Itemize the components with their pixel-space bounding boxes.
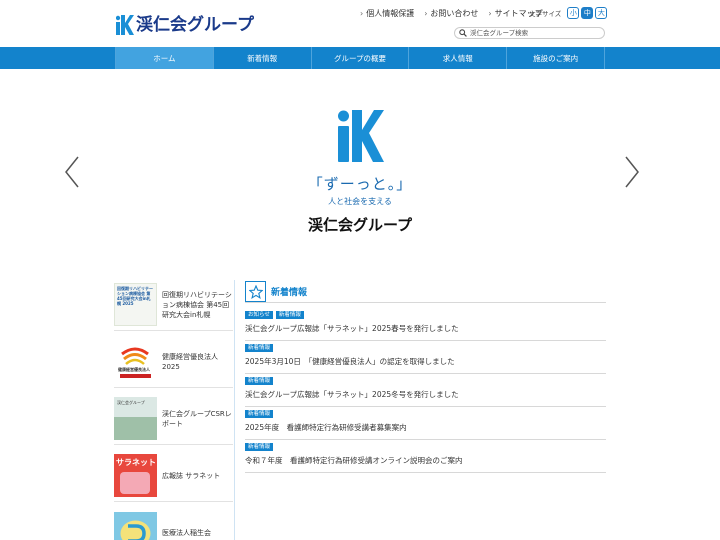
privacy-link[interactable]: 個人情報保護 xyxy=(360,8,414,19)
inoukai-logo-icon xyxy=(120,520,151,540)
news-tag: 新着情報 xyxy=(245,344,274,352)
banner-thumb-csr: 渓仁会グループ xyxy=(114,397,157,440)
news-tag: 新着情報 xyxy=(275,311,304,319)
font-size-label: 文字サイズ xyxy=(529,10,562,18)
news-star-box xyxy=(245,281,266,302)
utility-links: 個人情報保護 お問い合わせ サイトマップ xyxy=(360,8,553,19)
font-size-small-button[interactable]: 小 xyxy=(567,7,580,19)
banner-inoukai[interactable]: 医療法人稲生会 xyxy=(114,507,233,540)
news-item-link[interactable]: 渓仁会グループ広報誌「サラネット」2025春号を発行しました xyxy=(245,323,606,334)
nav-group-overview[interactable]: グループの概要 xyxy=(312,47,410,69)
banner-label: 回復期リハビリテーション病棟協会 第45回研究大会in札幌 xyxy=(162,290,232,319)
news-item-link[interactable]: 2025年3月10日 「健康経営優良法人」の認定を取得しました xyxy=(245,356,606,367)
hero-subslogan: 人と社会を支える xyxy=(328,197,392,206)
banner-thumb-saranet: サラネット xyxy=(114,454,157,497)
news-tag: お知らせ xyxy=(245,311,273,319)
search-box xyxy=(454,27,605,39)
banner-label: 医療法人稲生会 xyxy=(162,529,211,537)
banner-label: 健康経営優良法人2025 xyxy=(162,352,218,371)
banner-health-management[interactable]: 健康経営優良法人 健康経営優良法人2025 xyxy=(114,336,233,388)
search-icon[interactable] xyxy=(459,29,467,37)
news-item-link[interactable]: 2025年度 看護師特定行為研修受講者募集案内 xyxy=(245,422,606,433)
contact-link[interactable]: お問い合わせ xyxy=(424,8,478,19)
news-item-link[interactable]: 渓仁会グループ広報誌「サラネット」2025冬号を発行しました xyxy=(245,389,606,400)
news-item[interactable]: 新着情報 令和７年度 看護師特定行為研修受講オンライン説明会のご案内 xyxy=(245,440,606,473)
font-size-switcher: 文字サイズ 小 中 大 xyxy=(529,7,608,19)
hero-group-name: 渓仁会グループ xyxy=(307,216,413,234)
header: 渓仁会グループ 個人情報保護 お問い合わせ サイトマップ 文字サイズ 小 中 大 xyxy=(0,0,720,47)
health-award-icon xyxy=(120,347,151,378)
news-item[interactable]: 新着情報 2025年度 看護師特定行為研修受講者募集案内 xyxy=(245,407,606,440)
ik-hero-logo-icon xyxy=(338,110,384,162)
news-item[interactable]: 新着情報 2025年3月10日 「健康経営優良法人」の認定を取得しました xyxy=(245,341,606,374)
nav-facilities[interactable]: 施設のご案内 xyxy=(507,47,605,69)
search-input[interactable] xyxy=(470,29,600,37)
banner-thumb-rehab-text: 回復期リハビリテーション病棟協会 第45回研究大会in札幌 2025 xyxy=(117,286,153,306)
banner-thumb-health: 健康経営優良法人 xyxy=(114,340,157,383)
news-item[interactable]: 新着情報 渓仁会グループ広報誌「サラネット」2025冬号を発行しました xyxy=(245,374,606,407)
news-tag: 新着情報 xyxy=(245,377,274,385)
news-header: 新着情報 xyxy=(245,281,606,303)
hero-slogan: 「ずーっと。」 xyxy=(307,175,413,193)
news-item-link[interactable]: 令和７年度 看護師特定行為研修受講オンライン説明会のご案内 xyxy=(245,455,606,466)
font-size-medium-button[interactable]: 中 xyxy=(581,7,594,19)
site-logo[interactable]: 渓仁会グループ xyxy=(116,15,254,35)
banner-label: 広報誌 サラネット xyxy=(162,471,221,480)
nav-home[interactable]: ホーム xyxy=(115,47,214,69)
news-item[interactable]: お知らせ 新着情報 渓仁会グループ広報誌「サラネット」2025春号を発行しました xyxy=(245,308,606,341)
column-divider xyxy=(234,280,235,540)
ik-logo-icon xyxy=(116,15,134,35)
saranet-photo xyxy=(120,472,150,494)
news-section: 新着情報 お知らせ 新着情報 渓仁会グループ広報誌「サラネット」2025春号を発… xyxy=(245,281,606,473)
font-size-large-button[interactable]: 大 xyxy=(595,7,608,19)
news-tag: 新着情報 xyxy=(245,410,274,418)
star-icon xyxy=(248,284,263,299)
banner-thumb-inoukai xyxy=(114,511,157,540)
banner-thumb-rehab: 回復期リハビリテーション病棟協会 第45回研究大会in札幌 2025 xyxy=(114,283,157,326)
banner-saranet[interactable]: サラネット 広報誌 サラネット xyxy=(114,450,233,502)
banner-thumb-csr-text: 渓仁会グループ xyxy=(117,400,145,405)
banner-csr-report[interactable]: 渓仁会グループ 渓仁会グループCSRレポート xyxy=(114,393,233,445)
banner-thumb-saranet-text: サラネット xyxy=(116,458,156,467)
nav-recruit[interactable]: 求人情報 xyxy=(409,47,508,69)
banner-thumb-health-text: 健康経営優良法人 xyxy=(118,367,150,372)
banner-label: 渓仁会グループCSRレポート xyxy=(162,409,232,428)
nav-news[interactable]: 新着情報 xyxy=(214,47,312,69)
logo-text: 渓仁会グループ xyxy=(136,15,254,35)
news-tag: 新着情報 xyxy=(245,443,274,451)
csr-landscape xyxy=(114,417,157,440)
main-nav: ホーム 新着情報 グループの概要 求人情報 施設のご案内 xyxy=(0,47,720,69)
hero-slider: 「ずーっと。」 人と社会を支える 渓仁会グループ xyxy=(0,69,720,274)
news-title: 新着情報 xyxy=(271,288,308,298)
sidebar-banners: 回復期リハビリテーション病棟協会 第45回研究大会in札幌 2025 回復期リハ… xyxy=(114,279,233,540)
banner-rehab-conference[interactable]: 回復期リハビリテーション病棟協会 第45回研究大会in札幌 2025 回復期リハ… xyxy=(114,279,233,331)
